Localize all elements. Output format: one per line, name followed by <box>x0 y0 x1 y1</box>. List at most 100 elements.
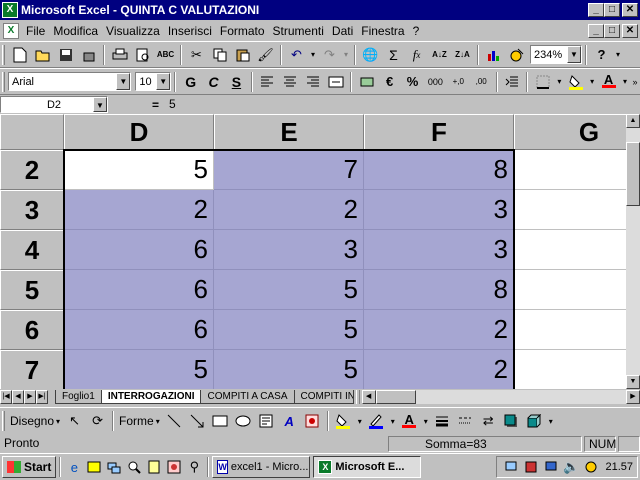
align-right-icon[interactable] <box>302 71 325 93</box>
indent-icon[interactable] <box>501 71 524 93</box>
sheet-tab-foglio1[interactable]: Foglio1 <box>55 390 102 404</box>
vertical-scrollbar[interactable]: ▲ ▼ <box>626 114 640 389</box>
fill-color-draw-icon[interactable] <box>332 410 355 432</box>
cell-f3[interactable]: 3 <box>364 190 514 230</box>
tray-monitor-icon[interactable] <box>541 457 561 477</box>
shadow-icon[interactable] <box>500 410 523 432</box>
dash-style-icon[interactable] <box>454 410 477 432</box>
column-header-d[interactable]: D <box>64 114 214 150</box>
row-header[interactable]: 3 <box>0 190 64 230</box>
chart-wizard-icon[interactable] <box>482 44 505 66</box>
scroll-right-icon[interactable]: ▶ <box>626 390 640 404</box>
close-button[interactable]: ✕ <box>622 3 638 17</box>
select-all-corner[interactable] <box>0 114 64 150</box>
redo-icon[interactable]: ↷ <box>318 44 341 66</box>
cell-d3[interactable]: 2 <box>64 190 214 230</box>
font-size-dropdown-icon[interactable]: ▼ <box>156 73 171 90</box>
draw-options-dropdown-icon[interactable]: ▾ <box>546 410 556 432</box>
font-dropdown-icon[interactable]: ▼ <box>116 73 131 90</box>
maximize-button[interactable]: □ <box>604 3 620 17</box>
cell-g5[interactable] <box>514 270 626 310</box>
underline-button[interactable]: S <box>225 71 248 93</box>
draw-menu-button[interactable]: Disegno <box>8 414 56 428</box>
font-combo[interactable]: Arial ▼ <box>8 72 132 91</box>
font-size-combo[interactable]: 10 ▼ <box>135 72 172 91</box>
row-header[interactable]: 4 <box>0 230 64 270</box>
currency-style-icon[interactable] <box>355 71 378 93</box>
start-button[interactable]: Start <box>2 456 57 478</box>
copy-icon[interactable] <box>208 44 231 66</box>
cell-f2[interactable]: 8 <box>364 150 514 190</box>
column-header-g[interactable]: G <box>514 114 626 150</box>
clock[interactable]: 21.57 <box>605 461 633 473</box>
row-header[interactable]: 5 <box>0 270 64 310</box>
print-preview-icon[interactable] <box>131 44 154 66</box>
cell-d7[interactable]: 5 <box>64 350 214 389</box>
free-rotate-icon[interactable]: ⟳ <box>86 410 109 432</box>
font-color-icon[interactable]: A <box>597 71 620 93</box>
task-excel[interactable]: X Microsoft E... <box>313 456 422 478</box>
hscroll-thumb[interactable] <box>375 390 416 404</box>
percent-button[interactable]: % <box>401 71 424 93</box>
euro-button[interactable]: € <box>378 71 401 93</box>
menu-finestra[interactable]: Finestra <box>357 24 408 38</box>
arrow-icon[interactable] <box>186 410 209 432</box>
autosum-icon[interactable]: Σ <box>382 44 405 66</box>
clipart-icon[interactable] <box>301 410 324 432</box>
tray-antivirus-icon[interactable] <box>521 457 541 477</box>
notepad-icon[interactable] <box>144 457 164 477</box>
zoom-combo[interactable]: 234% ▼ <box>530 45 582 64</box>
cell-g4[interactable] <box>514 230 626 270</box>
fill-color-dropdown-icon[interactable]: ▾ <box>587 71 597 93</box>
redo-dropdown-icon[interactable]: ▾ <box>341 44 351 66</box>
sort-descending-icon[interactable]: Z↓A <box>451 44 474 66</box>
draw-font-color-dropdown-icon[interactable]: ▾ <box>421 410 431 432</box>
search-icon[interactable] <box>124 457 144 477</box>
borders-icon[interactable] <box>531 71 554 93</box>
worksheet-grid[interactable]: D E F G 2 5 7 8 3 2 2 3 4 6 3 3 5 6 5 8 … <box>0 114 626 389</box>
oval-icon[interactable] <box>232 410 255 432</box>
menu-help[interactable]: ? <box>409 24 424 38</box>
line-color-icon[interactable] <box>365 410 388 432</box>
formula-input[interactable]: 5 <box>167 96 640 113</box>
cell-e3[interactable]: 2 <box>214 190 364 230</box>
new-icon[interactable] <box>8 44 31 66</box>
fill-color-draw-dropdown-icon[interactable]: ▾ <box>355 410 365 432</box>
format-painter-icon[interactable]: 🖌 <box>254 44 277 66</box>
cell-g2[interactable] <box>514 150 626 190</box>
task-word[interactable]: W excel1 - Micro... <box>212 456 311 478</box>
cell-d2[interactable]: 5 <box>64 150 214 190</box>
rectangle-icon[interactable] <box>209 410 232 432</box>
tray-app-icon[interactable] <box>581 457 601 477</box>
sheet-tab-interrogazioni[interactable]: INTERROGAZIONI <box>100 390 202 404</box>
toolbar-grip[interactable] <box>2 71 5 92</box>
scroll-up-icon[interactable]: ▲ <box>626 114 640 128</box>
3d-icon[interactable] <box>523 410 546 432</box>
permission-icon[interactable] <box>77 44 100 66</box>
menu-modifica[interactable]: Modifica <box>49 24 102 38</box>
workbook-icon[interactable]: X <box>3 22 19 39</box>
sheet-tab-compiti-in[interactable]: COMPITI IN <box>293 390 354 404</box>
column-header-e[interactable]: E <box>214 114 364 150</box>
open-icon[interactable] <box>31 44 54 66</box>
column-header-f[interactable]: F <box>364 114 514 150</box>
cell-d5[interactable]: 6 <box>64 270 214 310</box>
name-box-dropdown-icon[interactable]: ▼ <box>93 97 107 112</box>
paste-icon[interactable] <box>231 44 254 66</box>
decrease-decimal-icon[interactable]: ,00 <box>470 71 493 93</box>
undo-dropdown-icon[interactable]: ▾ <box>308 44 318 66</box>
doc-close-button[interactable]: ✕ <box>622 23 638 38</box>
menu-dati[interactable]: Dati <box>328 24 357 38</box>
menu-strumenti[interactable]: Strumenti <box>269 24 328 38</box>
cell-e7[interactable]: 5 <box>214 350 364 389</box>
sort-ascending-icon[interactable]: A↓Z <box>428 44 451 66</box>
wordart-icon[interactable]: A <box>278 410 301 432</box>
align-left-icon[interactable] <box>256 71 279 93</box>
draw-font-color-icon[interactable]: A <box>398 410 421 432</box>
paint-icon[interactable] <box>164 457 184 477</box>
last-sheet-icon[interactable]: ▶| <box>36 390 48 404</box>
horizontal-scrollbar[interactable]: ◀ ▶ <box>361 390 640 404</box>
cell-e2[interactable]: 7 <box>214 150 364 190</box>
cut-icon[interactable]: ✂ <box>185 44 208 66</box>
network-icon[interactable] <box>104 457 124 477</box>
